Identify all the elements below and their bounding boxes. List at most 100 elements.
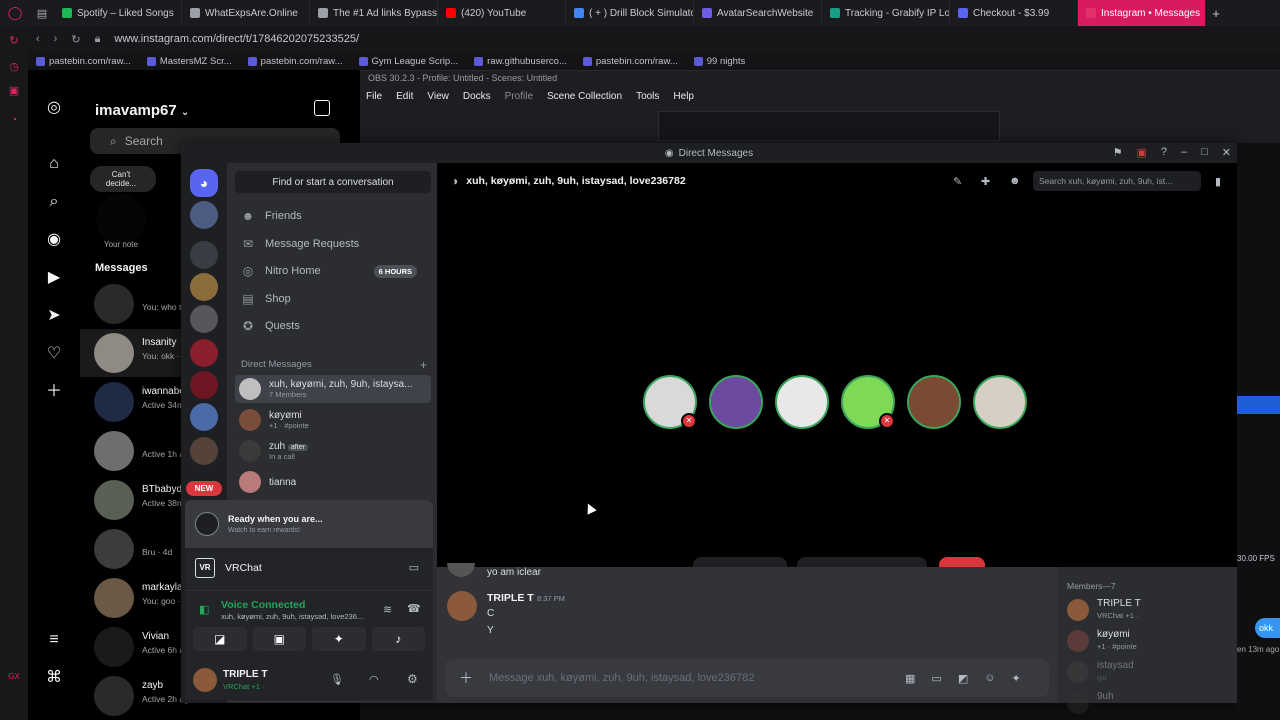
apps-icon[interactable]: ✦: [1011, 672, 1020, 685]
clock-icon[interactable]: ◔: [8, 114, 20, 126]
dm-item[interactable]: køyømi +1 · #pointe: [235, 406, 431, 434]
forward-icon[interactable]: ›: [54, 33, 58, 45]
soundboard-button[interactable]: ♪: [371, 627, 425, 651]
bookmark[interactable]: pastebin.com/raw...: [36, 56, 131, 67]
dm-item[interactable]: xuh, køyømi, zuh, 9uh, istaysa... 7 Membe…: [235, 375, 431, 403]
more-menu-icon[interactable]: ≡: [44, 630, 64, 650]
member-list-icon[interactable]: ☻: [1009, 175, 1021, 187]
obs-menu-item[interactable]: Help: [673, 91, 694, 102]
browser-tab[interactable]: The #1 Ad links Bypasser: [310, 0, 438, 26]
help-icon[interactable]: ?: [1161, 146, 1167, 159]
create-dm-icon[interactable]: +: [420, 358, 427, 372]
tab-manager-icon[interactable]: ▤: [30, 7, 54, 20]
share-screen-button[interactable]: ▣: [252, 627, 306, 651]
username-switcher[interactable]: imavamp67 ⌄: [95, 102, 189, 119]
conversation-item[interactable]: BTbabyd Active 38m: [80, 476, 190, 524]
pinned-icon[interactable]: ✎: [953, 175, 962, 188]
pip-icon[interactable]: ▣: [1136, 146, 1146, 159]
url-field[interactable]: www.instagram.com/direct/t/1784620207523…: [114, 33, 359, 45]
server-icon[interactable]: [190, 305, 218, 333]
create-icon[interactable]: ＋: [44, 382, 64, 402]
browser-tab[interactable]: ( + ) Drill Block Simulator: [566, 0, 694, 26]
conversation-item[interactable]: iwannabe Active 34m: [80, 378, 190, 426]
message-input[interactable]: ＋ Message xuh, køyømi, zuh, 9uh, istaysa…: [445, 659, 1049, 697]
browser-tab[interactable]: Spotify – Liked Songs: [54, 0, 182, 26]
obs-menu-item[interactable]: Scene Collection: [547, 91, 622, 102]
new-badge[interactable]: NEW: [186, 481, 222, 496]
server-icon[interactable]: [190, 273, 218, 301]
nav-quests[interactable]: ✪ Quests: [241, 319, 431, 333]
threads-icon[interactable]: ⌘: [44, 668, 64, 688]
avatar[interactable]: [193, 668, 217, 692]
browser-tab[interactable]: (420) YouTube: [438, 0, 566, 26]
settings-icon[interactable]: ⚙: [407, 672, 418, 686]
nav-mail[interactable]: ✉ Message Requests: [241, 237, 431, 251]
voice-status[interactable]: Voice Connected: [221, 599, 305, 611]
conversation-item[interactable]: markayla You: goo ·: [80, 574, 190, 622]
camera-button[interactable]: ◪: [193, 627, 247, 651]
dm-item[interactable]: tianna: [235, 468, 431, 496]
search-input[interactable]: Search xuh, køyømi, zuh, 9uh, ist...: [1033, 171, 1201, 191]
member-item[interactable]: TRIPLE T VRChat +1 ·: [1063, 595, 1233, 623]
member-item[interactable]: istaysad iyu: [1063, 657, 1233, 685]
reload-icon[interactable]: ↻: [71, 33, 80, 46]
activities-button[interactable]: ✦: [312, 627, 366, 651]
account-name[interactable]: TRIPLE T: [223, 669, 267, 680]
disconnect-icon[interactable]: ☎: [407, 602, 421, 615]
refresh-icon[interactable]: ↻: [8, 34, 20, 47]
obs-menu-item[interactable]: Docks: [463, 91, 491, 102]
browser-tab[interactable]: Tracking - Grabify IP Logger: [822, 0, 950, 26]
emoji-icon[interactable]: ☺: [984, 672, 995, 684]
maximize-icon[interactable]: □: [1201, 146, 1208, 159]
inbox-icon[interactable]: ⚑: [1113, 146, 1123, 159]
conversation-item[interactable]: zaybActive 2h ago: [80, 672, 190, 720]
call-participant-avatar[interactable]: [973, 375, 1027, 429]
microphone-icon[interactable]: 🎙︎: [330, 673, 344, 686]
browser-tab[interactable]: AvatarSearchWebsite: [694, 0, 822, 26]
messages-icon[interactable]: ➤: [44, 306, 64, 326]
avatar[interactable]: [447, 591, 477, 621]
quest-popup[interactable]: Ready when you are... Watch to earn rewa…: [185, 500, 433, 548]
close-icon[interactable]: ✕: [1222, 146, 1231, 159]
server-icon[interactable]: [190, 403, 218, 431]
wallet-icon[interactable]: ▣: [8, 84, 20, 97]
obs-menu-item[interactable]: Edit: [396, 91, 413, 102]
call-participant-avatar[interactable]: [775, 375, 829, 429]
server-icon[interactable]: [190, 339, 218, 367]
noise-suppression-icon[interactable]: ≋: [383, 603, 392, 616]
browser-tab[interactable]: Checkout - $3.99: [950, 0, 1078, 26]
bookmark[interactable]: raw.githubuserco...: [474, 56, 567, 67]
add-friends-icon[interactable]: ✚: [981, 175, 990, 188]
nav-shop[interactable]: ▤ Shop: [241, 292, 431, 306]
minimize-icon[interactable]: –: [1181, 146, 1187, 159]
call-participant-avatar[interactable]: ✕: [841, 375, 895, 429]
avatar[interactable]: [96, 194, 146, 244]
bookmark[interactable]: 99 nights: [693, 56, 745, 67]
explore-icon[interactable]: ◉: [44, 230, 64, 250]
activity-row[interactable]: VR VRChat ▭: [185, 552, 433, 586]
discord-home-icon[interactable]: ◕: [190, 169, 218, 197]
instagram-logo-icon[interactable]: ◎: [44, 98, 64, 118]
gift-icon[interactable]: ▦: [905, 672, 915, 685]
stream-icon[interactable]: ▭: [409, 561, 419, 574]
gx-icon[interactable]: GX: [8, 672, 20, 684]
headset-icon[interactable]: ◠: [369, 673, 379, 686]
conversation-item[interactable]: Insanity You: okk ·: [80, 329, 190, 377]
bookmark[interactable]: pastebin.com/raw...: [582, 56, 678, 67]
back-icon[interactable]: ‹: [36, 33, 40, 45]
server-icon[interactable]: [190, 201, 218, 229]
nav-friends[interactable]: ☻ Friends: [241, 209, 431, 223]
home-icon[interactable]: ⌂: [44, 154, 64, 174]
note-bubble[interactable]: Can't decide...: [90, 166, 156, 192]
server-icon[interactable]: [190, 437, 218, 465]
member-item[interactable]: køyømi +1 · #pointe: [1063, 626, 1233, 654]
reels-icon[interactable]: ▶: [44, 268, 64, 288]
inbox-icon[interactable]: ▮: [1215, 175, 1221, 188]
server-icon[interactable]: [190, 371, 218, 399]
bookmark[interactable]: MastersMZ Scr...: [146, 56, 232, 67]
server-icon[interactable]: [190, 241, 218, 269]
voice-channel[interactable]: xuh, køyømi, zuh, 9uh, istaysad, love236…: [221, 612, 371, 621]
call-participant-avatar[interactable]: [709, 375, 763, 429]
obs-menu-item[interactable]: View: [427, 91, 449, 102]
sticker-icon[interactable]: ◩: [958, 672, 968, 685]
